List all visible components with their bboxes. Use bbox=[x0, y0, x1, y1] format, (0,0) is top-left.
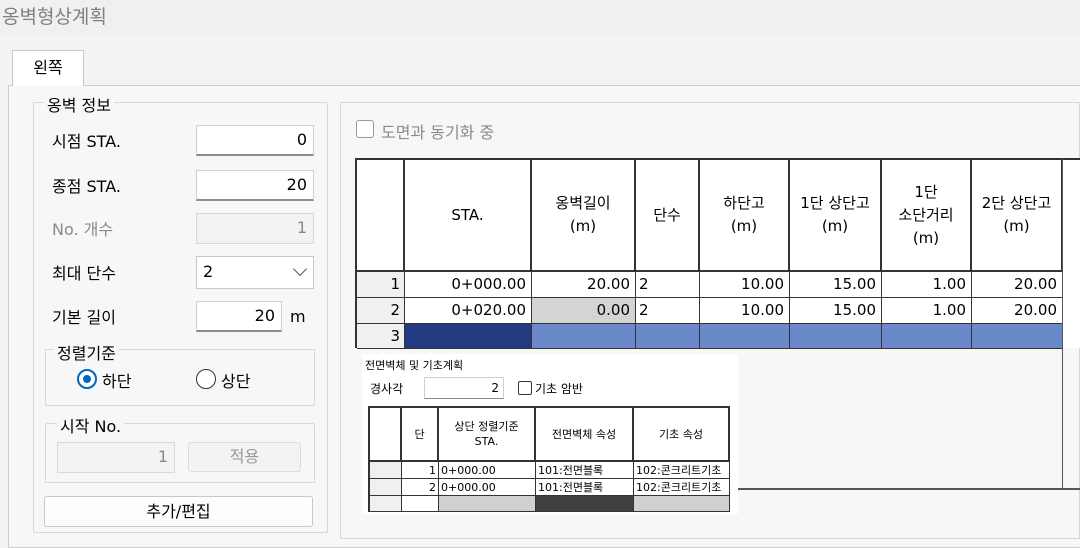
table-cell-selected[interactable] bbox=[790, 324, 882, 349]
sync-label: 도면과 동기화 중 bbox=[381, 123, 495, 142]
base-length-label: 기본 길이 bbox=[52, 308, 116, 327]
slope-label: 경사각 bbox=[370, 382, 404, 396]
table-cell[interactable]: 1.00 bbox=[882, 298, 972, 324]
table-cell[interactable] bbox=[536, 496, 634, 512]
table-cell[interactable]: 10.00 bbox=[700, 272, 790, 298]
row-header[interactable]: 2 bbox=[357, 298, 405, 324]
table-cell[interactable]: 10.00 bbox=[700, 298, 790, 324]
col-header-sta[interactable]: STA. bbox=[405, 160, 532, 272]
col-header-tier2-top[interactable]: 2단 상단고 (m) bbox=[972, 160, 1063, 272]
table-cell-selected[interactable] bbox=[700, 324, 790, 349]
table-cell[interactable]: 15.00 bbox=[790, 298, 882, 324]
slope-input[interactable]: 2 bbox=[424, 377, 504, 399]
table-cell[interactable]: 15.00 bbox=[790, 272, 882, 298]
table-cell[interactable]: 0.00 bbox=[532, 298, 636, 324]
grid-bottom-line bbox=[738, 488, 1080, 490]
wall-info-group-label: 옹벽 정보 bbox=[44, 92, 114, 116]
count-input: 1 bbox=[196, 213, 314, 244]
table-cell-selected[interactable] bbox=[882, 324, 972, 349]
row-header[interactable] bbox=[370, 496, 402, 512]
window-title: 옹벽형상계획 bbox=[2, 6, 107, 28]
row-header[interactable]: 1 bbox=[357, 272, 405, 298]
end-sta-label: 종점 STA. bbox=[52, 177, 121, 196]
align-top-radio[interactable] bbox=[196, 369, 216, 389]
align-top-label: 상단 bbox=[221, 372, 251, 391]
table-cell[interactable]: 1 bbox=[402, 462, 439, 479]
start-no-input: 1 bbox=[57, 442, 175, 473]
table-cell[interactable]: 2 bbox=[636, 272, 700, 298]
table-cell[interactable]: 1.00 bbox=[882, 272, 972, 298]
main-table[interactable]: STA. 옹벽길이 (m) 단수 하단고 (m) 1단 상단고 (m) 1단 소… bbox=[355, 158, 1080, 349]
row-header[interactable] bbox=[370, 479, 402, 496]
table-cell[interactable]: 0+020.00 bbox=[405, 298, 532, 324]
col-header-top-sta[interactable]: 상단 정렬기준 STA. bbox=[439, 408, 536, 462]
table-cell[interactable]: 101:전면블록 bbox=[536, 462, 634, 479]
table-cell[interactable]: 0+000.00 bbox=[439, 462, 536, 479]
col-header-length[interactable]: 옹벽길이 (m) bbox=[532, 160, 636, 272]
start-sta-input[interactable]: 0 bbox=[196, 125, 314, 156]
max-tiers-select[interactable]: 2 bbox=[196, 256, 314, 289]
max-tiers-value: 2 bbox=[203, 262, 214, 281]
sync-checkbox[interactable] bbox=[356, 120, 374, 138]
table-cell-selected[interactable] bbox=[405, 324, 532, 349]
base-length-input[interactable]: 20 bbox=[196, 301, 282, 332]
table-cell[interactable]: 2 bbox=[402, 479, 439, 496]
table-cell[interactable]: 102:콘크리트기초 bbox=[634, 462, 730, 479]
table-cell[interactable]: 0+000.00 bbox=[405, 272, 532, 298]
row-header[interactable]: 3 bbox=[357, 324, 405, 349]
col-header-tier1-top[interactable]: 1단 상단고 (m) bbox=[790, 160, 882, 272]
base-length-unit: m bbox=[290, 307, 306, 326]
corner-cell bbox=[370, 408, 402, 462]
max-tiers-label: 최대 단수 bbox=[52, 264, 116, 283]
table-cell[interactable]: 0+000.00 bbox=[439, 479, 536, 496]
table-cell[interactable] bbox=[634, 496, 730, 512]
align-bottom-label: 하단 bbox=[102, 372, 132, 391]
end-sta-input[interactable]: 20 bbox=[196, 170, 314, 201]
table-cell[interactable]: 20.00 bbox=[972, 272, 1063, 298]
col-header-base-prop[interactable]: 기초 속성 bbox=[634, 408, 730, 462]
start-no-group-label: 시작 No. bbox=[57, 413, 125, 437]
row-header[interactable] bbox=[370, 462, 402, 479]
table-cell[interactable]: 20.00 bbox=[532, 272, 636, 298]
table-cell[interactable] bbox=[439, 496, 536, 512]
col-header-tier[interactable]: 단 bbox=[402, 408, 439, 462]
apply-button: 적용 bbox=[188, 442, 301, 472]
table-cell[interactable]: 2 bbox=[636, 298, 700, 324]
title-bar bbox=[0, 0, 1080, 34]
col-header-tiers[interactable]: 단수 bbox=[636, 160, 700, 272]
front-panel-table[interactable]: 단 상단 정렬기준 STA. 전면벽체 속성 기초 속성 1 0+000.00 … bbox=[368, 406, 730, 512]
table-cell[interactable]: 20.00 bbox=[972, 298, 1063, 324]
col-header-bottom-height[interactable]: 하단고 (m) bbox=[700, 160, 790, 272]
align-bottom-radio[interactable] bbox=[77, 369, 97, 389]
corner-cell bbox=[357, 160, 405, 272]
count-label: No. 개수 bbox=[52, 220, 114, 239]
base-rock-label: 기초 암반 bbox=[535, 382, 583, 396]
table-cell[interactable]: 101:전면블록 bbox=[536, 479, 634, 496]
front-panel-title: 전면벽체 및 기초계획 bbox=[365, 359, 464, 372]
add-edit-button[interactable]: 추가/편집 bbox=[44, 496, 313, 527]
table-cell-selected[interactable] bbox=[532, 324, 636, 349]
table-cell[interactable]: 102:콘크리트기초 bbox=[634, 479, 730, 496]
start-sta-label: 시점 STA. bbox=[52, 132, 121, 151]
table-cell-selected[interactable] bbox=[636, 324, 700, 349]
col-header-tier1-berm[interactable]: 1단 소단거리 (m) bbox=[882, 160, 972, 272]
chevron-down-icon bbox=[292, 261, 308, 277]
grid-right-line bbox=[1062, 158, 1063, 490]
alignment-group-label: 정렬기준 bbox=[54, 340, 119, 364]
table-cell-selected[interactable] bbox=[972, 324, 1063, 349]
table-cell[interactable] bbox=[402, 496, 439, 512]
col-header-wall-prop[interactable]: 전면벽체 속성 bbox=[536, 408, 634, 462]
tab-left[interactable]: 왼쪽 bbox=[12, 50, 84, 86]
base-rock-checkbox[interactable] bbox=[518, 381, 532, 395]
